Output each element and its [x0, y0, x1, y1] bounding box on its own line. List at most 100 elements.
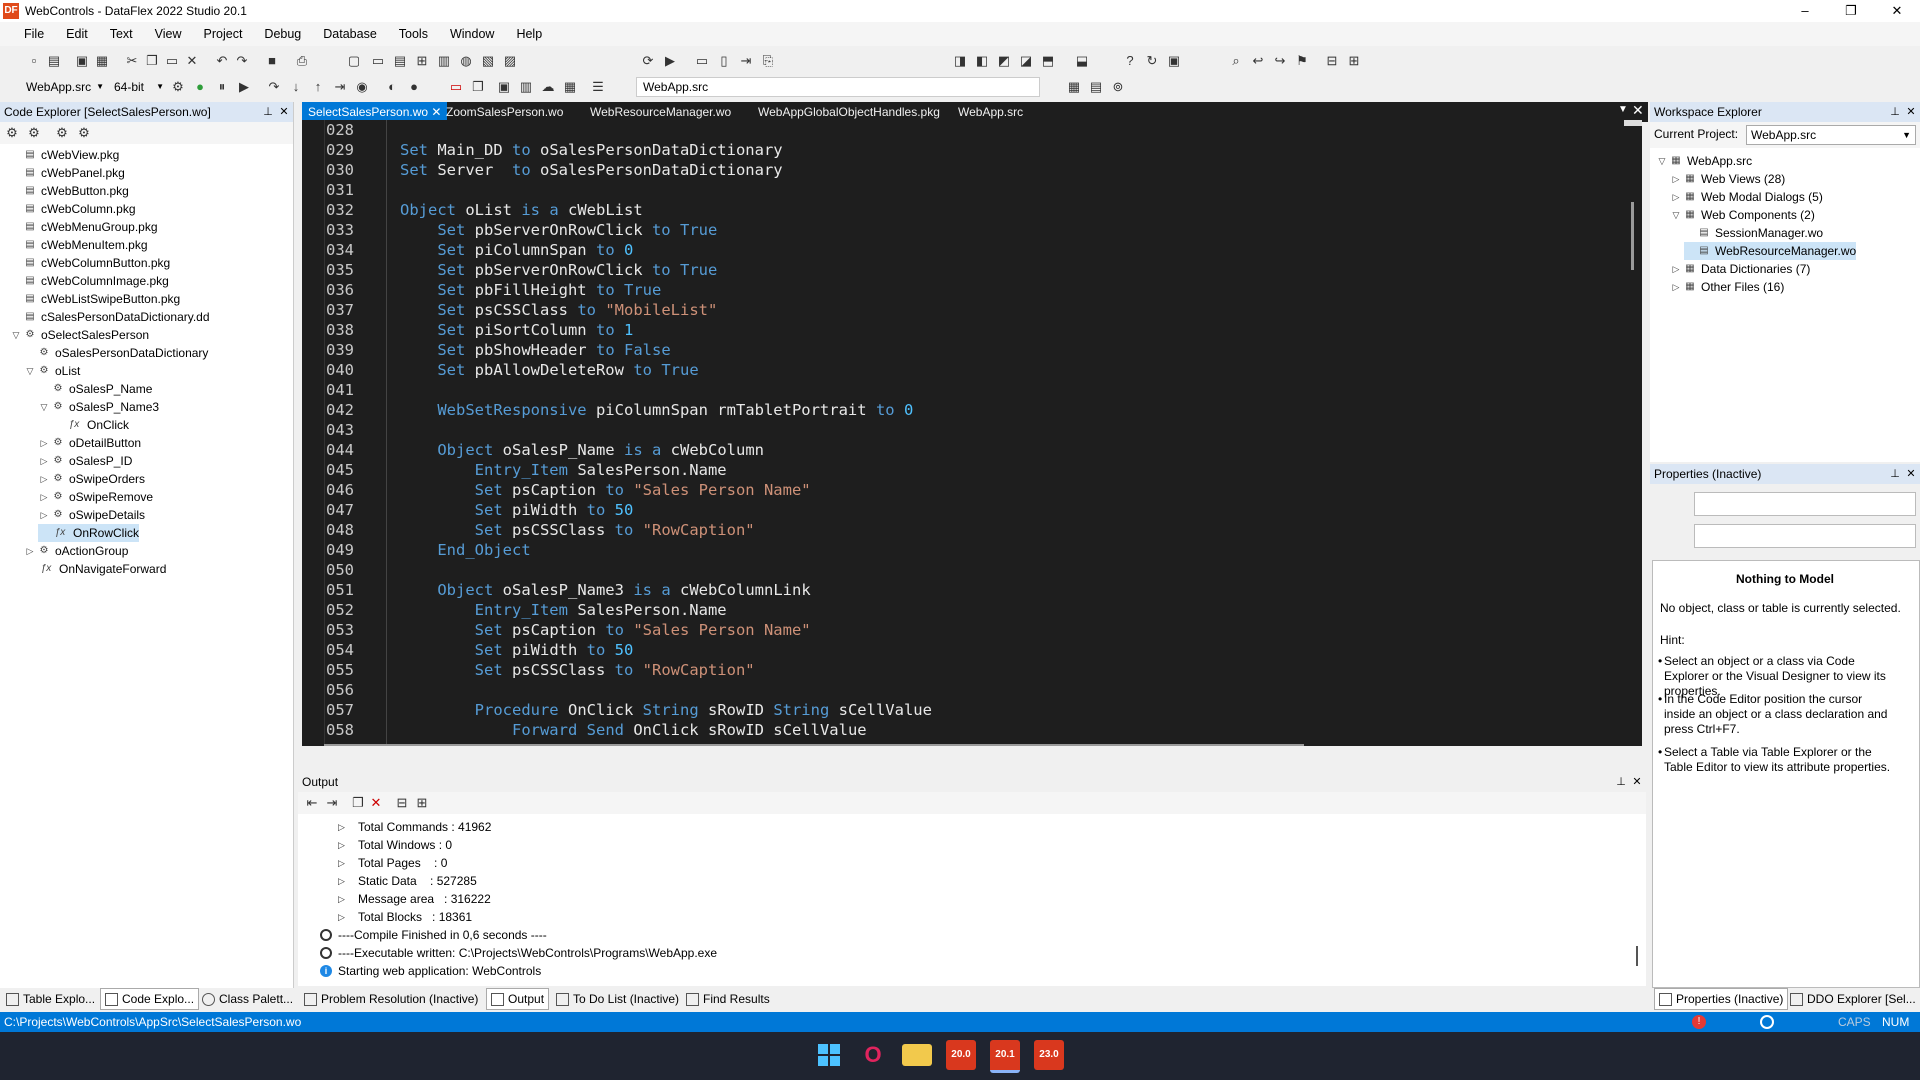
expand-arrow-icon[interactable]: ▷: [1670, 278, 1682, 296]
output-line[interactable]: ▷ Total Blocks : 18361: [338, 908, 472, 926]
code-line[interactable]: 053 Set psCaption to "Sales Person Name": [302, 620, 1622, 640]
prev-error-icon[interactable]: ⇤: [304, 795, 320, 811]
code-explorer-item[interactable]: ▤ cWebColumnButton.pkg: [10, 254, 170, 272]
output-line[interactable]: ----Compile Finished in 0,6 seconds ----: [320, 926, 547, 944]
code-editor[interactable]: 028 029 Set Main_DD to oSalesPersonDataDic…: [302, 120, 1642, 746]
dataflex-20-1-icon[interactable]: 20.1: [990, 1040, 1020, 1073]
tab-todo-list[interactable]: To Do List (Inactive): [552, 988, 683, 1010]
code-line[interactable]: 036 Set pbFillHeight to True: [302, 280, 1622, 300]
copy-output-icon[interactable]: ❐: [350, 795, 366, 811]
vertical-scrollbar[interactable]: [1631, 202, 1634, 270]
error-icon[interactable]: !: [1692, 1015, 1706, 1029]
open-folder-icon[interactable]: ▤: [46, 53, 62, 69]
close-icon[interactable]: ✕: [1904, 102, 1918, 122]
menu-window[interactable]: Window: [450, 27, 494, 41]
next-error-icon[interactable]: ⇥: [324, 795, 340, 811]
menu-project[interactable]: Project: [204, 27, 243, 41]
layout-icon[interactable]: ⊞: [1346, 53, 1362, 69]
import-icon[interactable]: ⎘: [760, 53, 776, 69]
code-explorer-item[interactable]: ▷ ⚙ oSwipeRemove: [38, 488, 154, 506]
expand-icon[interactable]: ⚙: [26, 125, 42, 141]
collapse-arrow-icon[interactable]: ▽: [10, 326, 22, 344]
dataflex-20-0-icon[interactable]: 20.0: [946, 1040, 976, 1070]
search-icon[interactable]: ⌕: [1228, 53, 1244, 69]
property-filter-box[interactable]: [1694, 524, 1916, 548]
new-file-icon[interactable]: ▫: [26, 53, 42, 69]
tab-document[interactable]: SelectSalesPerson.wo ✕: [302, 102, 448, 122]
run-to-cursor-icon[interactable]: ⇥: [332, 79, 348, 95]
code-line[interactable]: 033 Set pbServerOnRowClick to True: [302, 220, 1622, 240]
compile-project-icon[interactable]: ⚙: [170, 79, 186, 95]
output-line[interactable]: i Starting web application: WebControls: [320, 962, 541, 980]
document-icon[interactable]: ▯: [716, 53, 732, 69]
stop-debug-icon[interactable]: ▭: [448, 79, 464, 95]
code-explorer-item[interactable]: ▷ ⚙ oDetailButton: [38, 434, 142, 452]
menu-view[interactable]: View: [155, 27, 182, 41]
code-line[interactable]: 052 Entry_Item SalesPerson.Name: [302, 600, 1622, 620]
bookmark-icon[interactable]: ⚑: [1294, 53, 1310, 69]
code-line[interactable]: 058 Forward Send OnClick sRowID sCellVal…: [302, 720, 1622, 740]
expand-all-icon[interactable]: ⊞: [414, 795, 430, 811]
component-icon[interactable]: ▥: [436, 53, 452, 69]
menu-text[interactable]: Text: [110, 27, 133, 41]
report-icon[interactable]: ▨: [502, 53, 518, 69]
code-explorer-item[interactable]: ▽ ⚙ oSalesP_Name3: [38, 398, 160, 416]
output-line[interactable]: ▷ Message area : 316222: [338, 890, 491, 908]
align-right-icon[interactable]: ◩: [996, 53, 1012, 69]
expand-arrow-icon[interactable]: ▷: [24, 542, 36, 560]
pin-icon[interactable]: ⊥: [1614, 772, 1628, 792]
code-line[interactable]: 046 Set psCaption to "Sales Person Name": [302, 480, 1622, 500]
code-line[interactable]: 029 Set Main_DD to oSalesPersonDataDictio…: [302, 140, 1622, 160]
code-explorer-item[interactable]: ▤ cWebColumnImage.pkg: [10, 272, 169, 290]
tab-output[interactable]: Output: [486, 988, 550, 1010]
tab-document[interactable]: WebAppGlobalObjectHandles.pkg: [752, 102, 946, 122]
tab-class-palette[interactable]: Class Palett...: [198, 988, 297, 1010]
tab-ddo-explorer[interactable]: DDO Explorer [Sel...: [1786, 988, 1920, 1010]
tab-document[interactable]: ZoomSalesPerson.wo: [440, 102, 569, 122]
code-explorer-item[interactable]: ▤ cWebButton.pkg: [10, 182, 129, 200]
cloud-icon[interactable]: ☁: [540, 79, 556, 95]
back-icon[interactable]: ↩: [1250, 53, 1266, 69]
menu-help[interactable]: Help: [516, 27, 542, 41]
run-icon[interactable]: ▶: [662, 53, 678, 69]
menu-tools[interactable]: Tools: [399, 27, 428, 41]
form-icon[interactable]: ▣: [1166, 53, 1182, 69]
code-line[interactable]: 047 Set piWidth to 50: [302, 500, 1622, 520]
step-out-icon[interactable]: ↑: [310, 79, 326, 95]
workspace-tree-item[interactable]: ▤ WebResourceManager.wo: [1684, 242, 1857, 260]
code-explorer-item[interactable]: ▤ cWebListSwipeButton.pkg: [10, 290, 180, 308]
splitter-handle[interactable]: [1624, 120, 1642, 126]
record-icon[interactable]: ●: [406, 79, 422, 95]
workspace-tree-item[interactable]: ▤ SessionManager.wo: [1684, 224, 1823, 242]
step-icon[interactable]: ▶: [236, 79, 252, 95]
code-line[interactable]: 055 Set psCSSClass to "RowCaption": [302, 660, 1622, 680]
project-combo[interactable]: WebApp.src ▼: [22, 77, 108, 97]
expand-arrow-icon[interactable]: ▷: [38, 470, 50, 488]
close-icon[interactable]: ✕: [1630, 772, 1644, 792]
align-left-icon[interactable]: ◧: [974, 53, 990, 69]
table-icon[interactable]: ▦: [562, 79, 578, 95]
code-line[interactable]: 030 Set Server to oSalesPersonDataDiction…: [302, 160, 1622, 180]
horizontal-scrollbar[interactable]: [324, 744, 1304, 746]
expand-arrow-icon[interactable]: ▷: [1670, 170, 1682, 188]
filter-icon[interactable]: ⚙: [54, 125, 70, 141]
delete-icon[interactable]: ✕: [184, 53, 200, 69]
menu-database[interactable]: Database: [323, 27, 377, 41]
output-line[interactable]: ▷ Total Windows : 0: [338, 836, 452, 854]
tab-document[interactable]: WebApp.src: [952, 102, 1029, 122]
globe-icon[interactable]: ◍: [458, 53, 474, 69]
window-icon[interactable]: ▢: [346, 53, 362, 69]
view-icon[interactable]: ▭: [370, 53, 386, 69]
layout-designer-icon[interactable]: ▥: [518, 79, 534, 95]
close-icon[interactable]: ✕: [277, 102, 291, 122]
output-scrollbar[interactable]: [1636, 946, 1638, 966]
tree-icon[interactable]: ⊞: [414, 53, 430, 69]
redo-icon[interactable]: ↷: [234, 53, 250, 69]
stop-icon[interactable]: ■: [264, 53, 280, 69]
grid-icon[interactable]: ▦: [1066, 79, 1082, 95]
designer-icon[interactable]: ▣: [496, 79, 512, 95]
expand-arrow-icon[interactable]: ▷: [38, 506, 50, 524]
run-icon[interactable]: ●: [192, 79, 208, 95]
tab-document[interactable]: WebResourceManager.wo: [584, 102, 737, 122]
refresh-tree-icon[interactable]: ⚙: [4, 125, 20, 141]
